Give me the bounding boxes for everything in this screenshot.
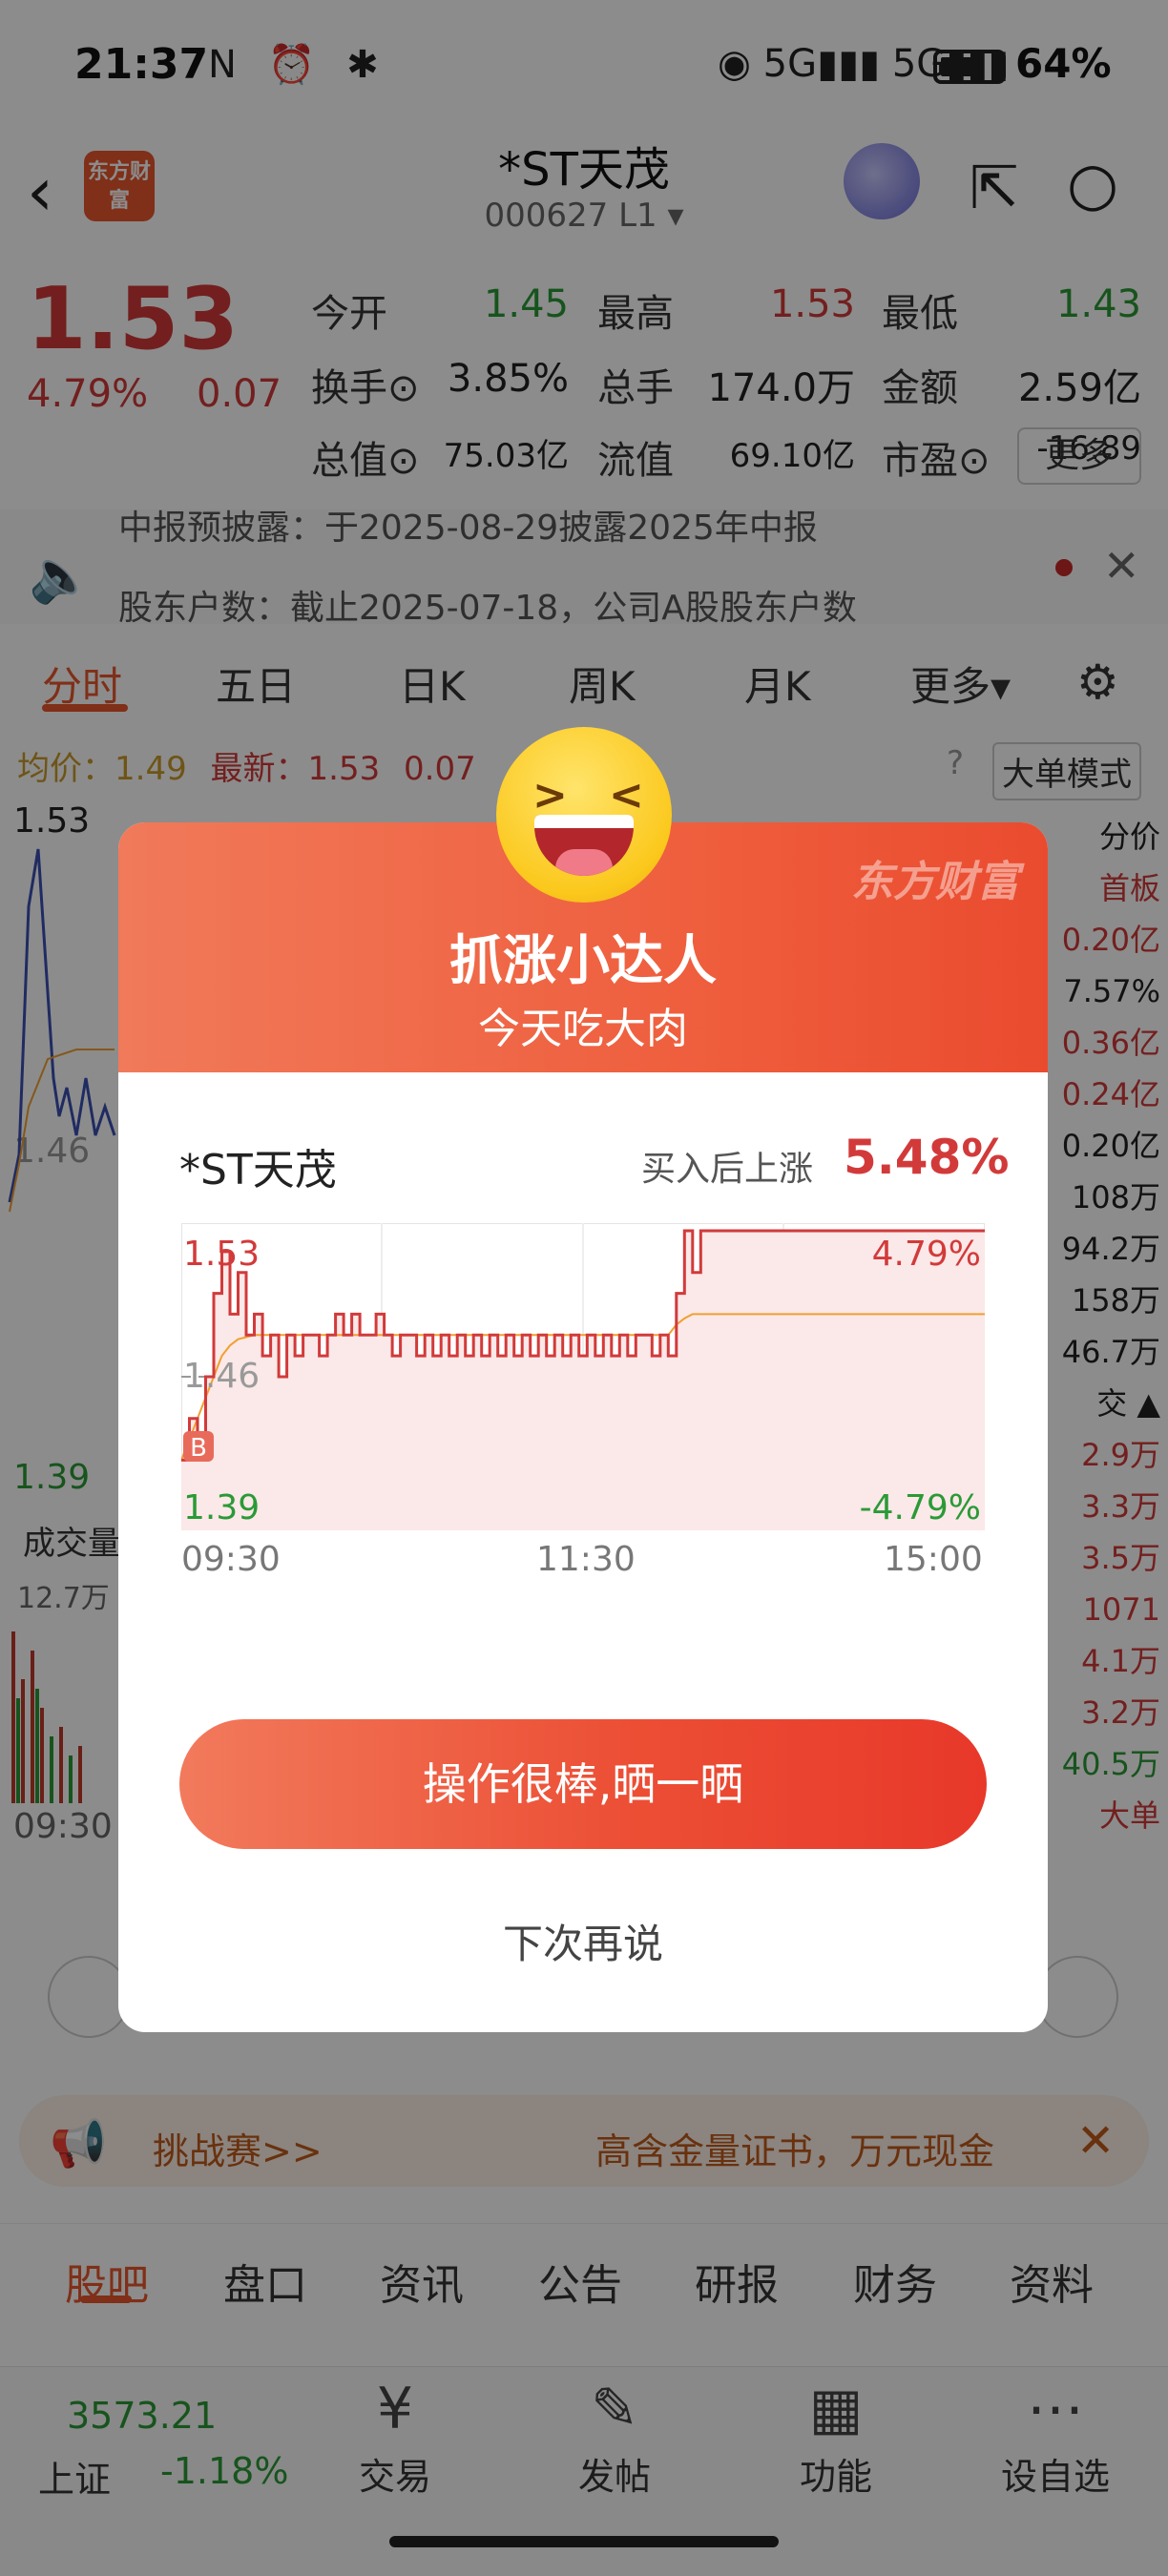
x-label-mid: 11:30 — [536, 1540, 636, 1579]
y-label-mid: 1.46 — [183, 1357, 260, 1396]
buy-marker-label: B — [190, 1434, 207, 1463]
intraday-chart: 1.53 1.46 1.39 4.79% -4.79% B — [181, 1223, 985, 1530]
rise-value: 5.48% — [844, 1130, 1010, 1185]
x-label-start: 09:30 — [181, 1540, 281, 1579]
y-label-low: 1.39 — [183, 1488, 260, 1527]
dialog-stock-name: *ST天茂 — [179, 1146, 337, 1195]
rise-label: 买入后上涨 — [641, 1150, 814, 1189]
x-label-end: 15:00 — [884, 1540, 983, 1579]
achievement-dialog: 东方财富 抓涨小达人 今天吃大肉 *ST天茂 买入后上涨 5.48% 1.53 … — [118, 822, 1048, 2032]
dialog-title: 抓涨小达人 — [449, 930, 717, 992]
laughing-emoji-icon: > < — [496, 727, 672, 903]
dismiss-later-button[interactable]: 下次再说 — [118, 1912, 1048, 1970]
y-label-high: 1.53 — [183, 1235, 260, 1274]
brand-watermark: 东方财富 — [851, 858, 1019, 906]
dialog-subtitle: 今天吃大肉 — [478, 1005, 688, 1053]
y-label-right-low: -4.79% — [860, 1488, 981, 1527]
buy-marker: B — [183, 1431, 214, 1463]
y-label-right-high: 4.79% — [872, 1235, 981, 1274]
share-result-button[interactable]: 操作很棒,晒一晒 — [179, 1719, 987, 1849]
